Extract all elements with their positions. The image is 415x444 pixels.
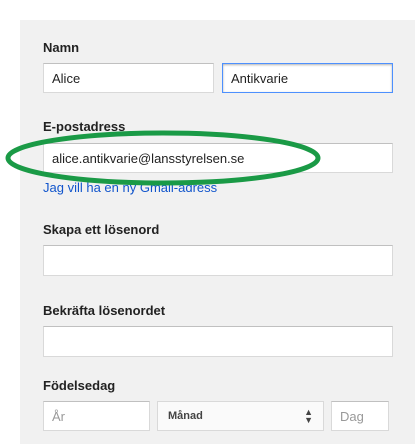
updown-arrows-icon: ▲ ▼ (304, 407, 313, 425)
last-name-input[interactable]: Antikvarie (222, 63, 393, 93)
name-label: Namn (43, 40, 80, 55)
email-value: alice.antikvarie@lansstyrelsen.se (52, 150, 245, 166)
last-name-value: Antikvarie (231, 70, 289, 86)
password-input[interactable] (43, 245, 393, 276)
month-select-value: Månad (168, 410, 203, 422)
first-name-value: Alice (52, 70, 81, 86)
email-input[interactable]: alice.antikvarie@lansstyrelsen.se (43, 143, 393, 173)
new-gmail-link[interactable]: Jag vill ha en ny Gmail-adress (43, 180, 217, 195)
birth-day-input[interactable]: Dag (331, 401, 389, 431)
day-placeholder: Dag (340, 408, 364, 424)
birthday-label: Födelsedag (43, 378, 116, 393)
confirm-password-input[interactable] (43, 326, 393, 357)
year-placeholder: År (52, 408, 65, 424)
first-name-input[interactable]: Alice (43, 63, 214, 93)
email-label: E-postadress (43, 119, 126, 134)
birth-year-input[interactable]: År (43, 401, 150, 431)
confirm-password-label: Bekräfta lösenordet (43, 303, 166, 318)
birth-month-select[interactable]: Månad ▲ ▼ (157, 401, 324, 431)
password-label: Skapa ett lösenord (43, 222, 160, 237)
